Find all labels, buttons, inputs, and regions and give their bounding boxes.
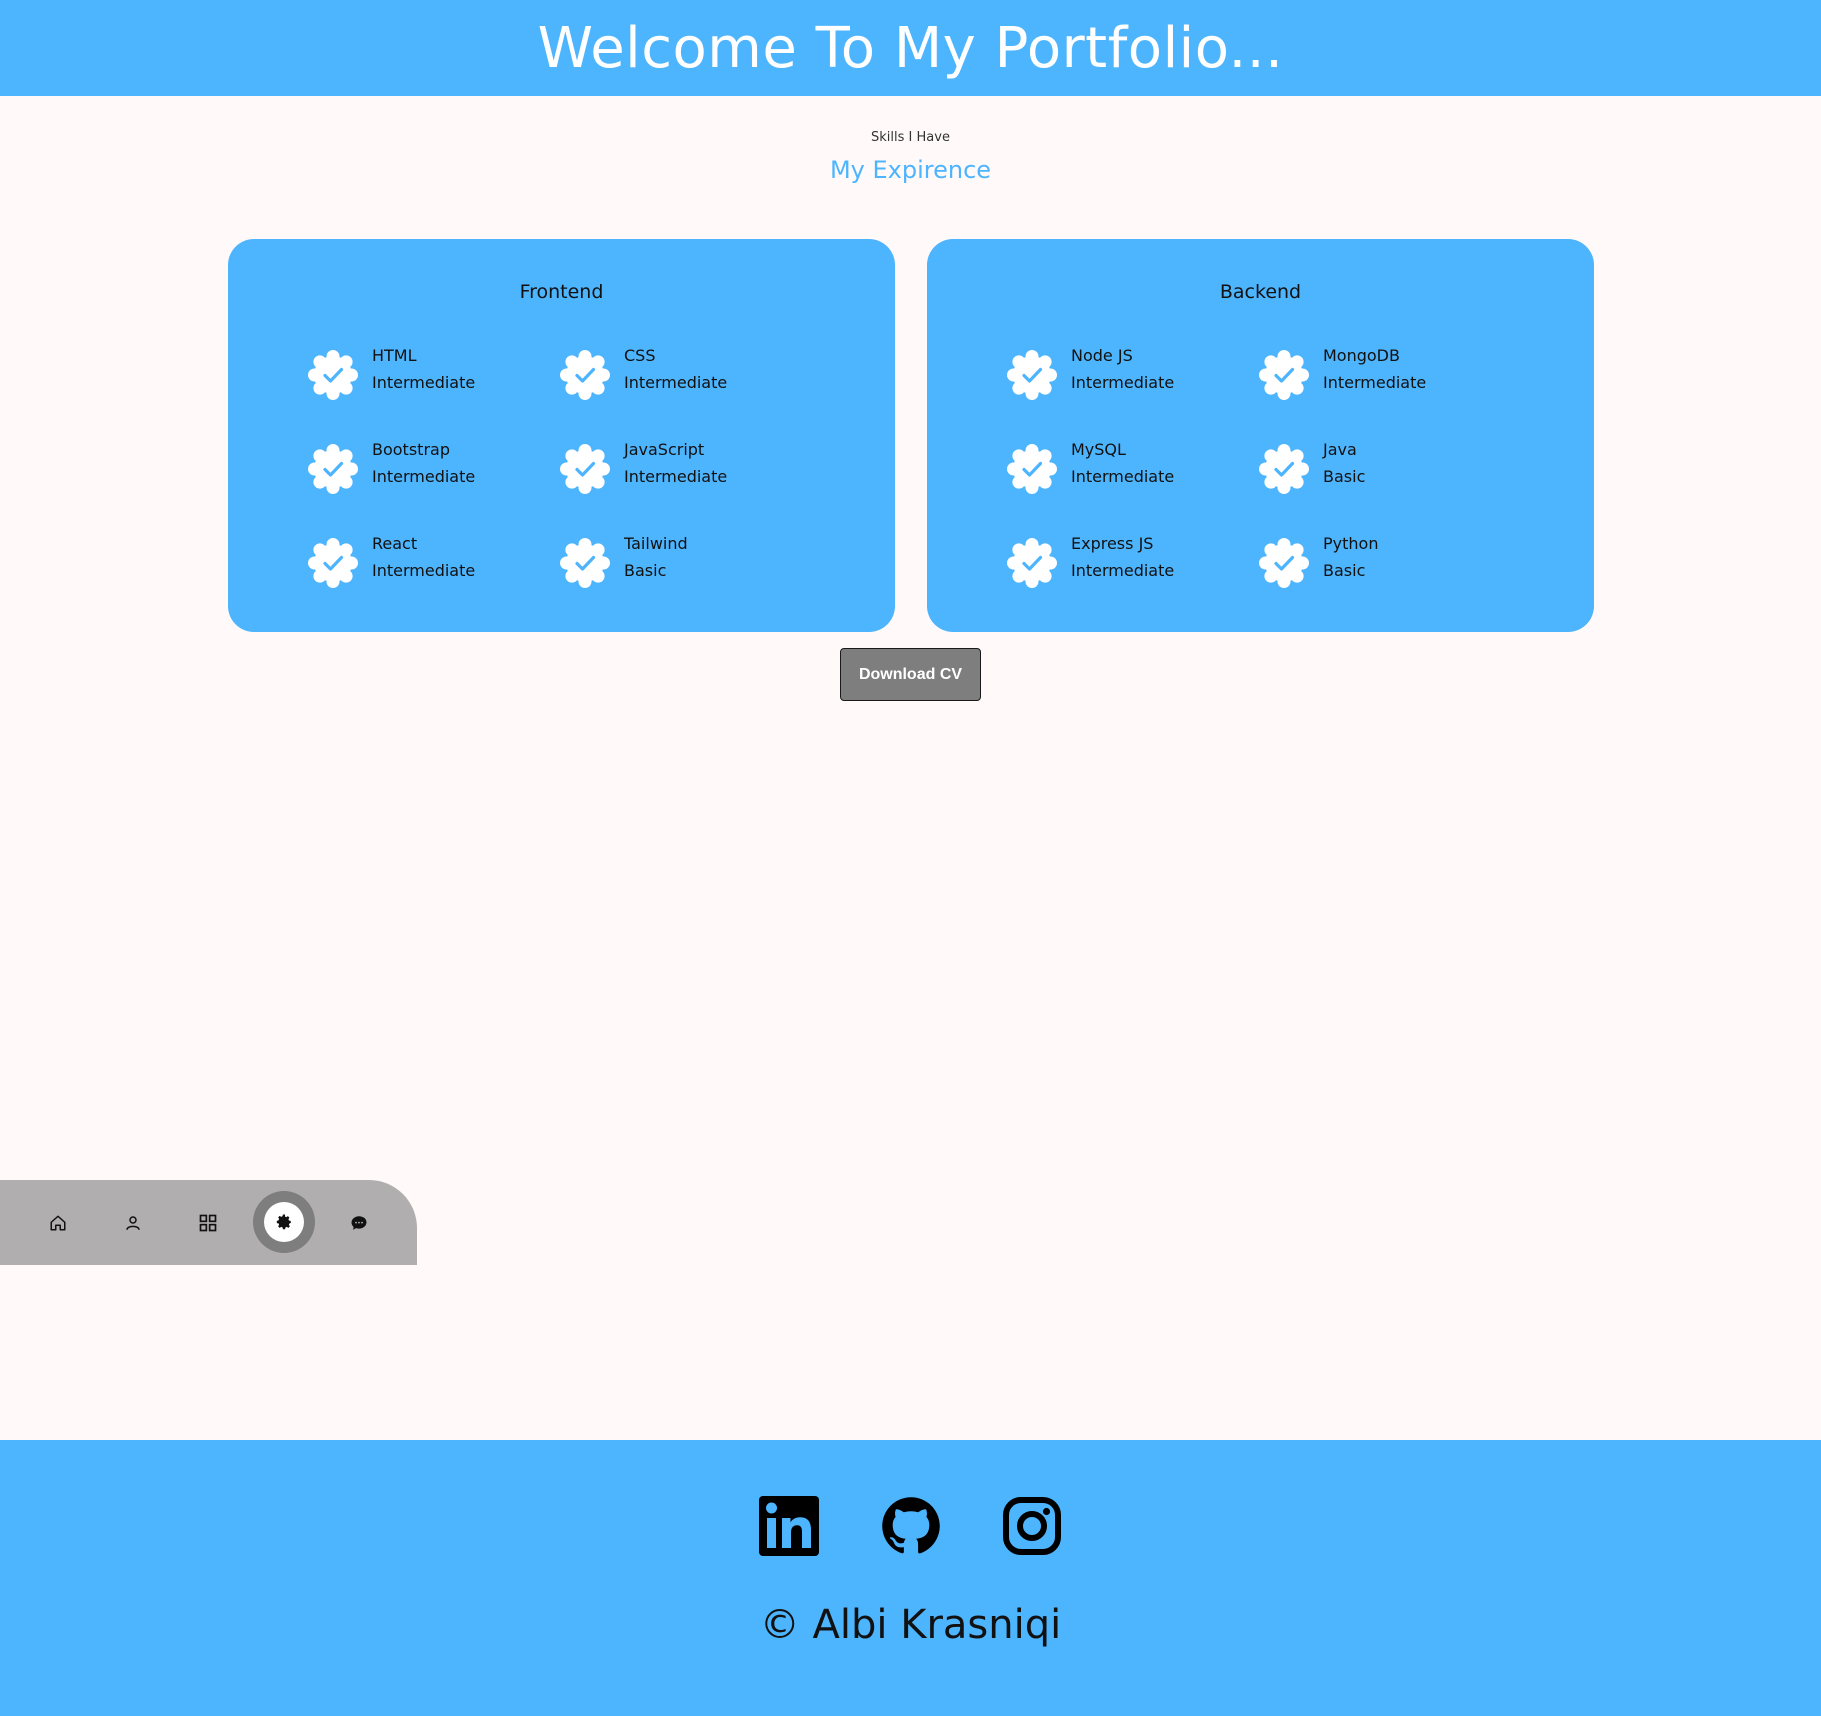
skill-name: CSS	[624, 346, 656, 365]
linkedin-link[interactable]	[759, 1496, 819, 1556]
skill-level: Intermediate	[1071, 561, 1175, 580]
skill-name: Node JS	[1071, 346, 1133, 365]
skill-name: MySQL	[1071, 440, 1126, 459]
check-badge-icon	[1259, 350, 1309, 400]
nav-contact[interactable]	[346, 1210, 372, 1236]
skill-name: Python	[1323, 534, 1379, 553]
check-badge-icon	[308, 350, 358, 400]
check-badge-icon	[560, 538, 610, 588]
nav-skills-active[interactable]	[253, 1191, 315, 1253]
skill-item: Bootstrap Intermediate	[308, 440, 528, 496]
skill-level: Basic	[1323, 561, 1366, 580]
card-title: Backend	[1219, 281, 1302, 303]
skill-level: Basic	[624, 561, 667, 580]
check-badge-icon	[1007, 538, 1057, 588]
check-badge-icon	[560, 444, 610, 494]
skill-name: Express JS	[1071, 534, 1154, 553]
skill-level: Intermediate	[372, 373, 476, 392]
skill-item: MySQL Intermediate	[1007, 440, 1227, 496]
skill-level: Intermediate	[1323, 373, 1427, 392]
home-icon	[50, 1215, 66, 1231]
check-badge-icon	[1007, 350, 1057, 400]
gear-icon	[276, 1214, 291, 1230]
skill-level: Intermediate	[624, 467, 728, 486]
site-header: Welcome To My Portfolio...	[0, 0, 1821, 96]
linkedin-icon	[759, 1496, 819, 1556]
nav-active-indicator	[264, 1202, 304, 1242]
instagram-icon	[1003, 1497, 1061, 1555]
skill-name: Bootstrap	[372, 440, 450, 459]
card-title: Frontend	[519, 281, 604, 303]
skill-name: React	[372, 534, 418, 553]
skill-level: Intermediate	[624, 373, 728, 392]
skill-name: Tailwind	[624, 534, 688, 553]
nav-home[interactable]	[45, 1210, 71, 1236]
frontend-card: Frontend HTML Intermediate CSS Intermedi…	[228, 239, 895, 632]
skill-level: Intermediate	[372, 561, 476, 580]
skill-level: Intermediate	[1071, 467, 1175, 486]
nav-portfolio[interactable]	[195, 1210, 221, 1236]
github-icon	[882, 1497, 940, 1554]
skill-item: MongoDB Intermediate	[1259, 346, 1479, 402]
skill-item: Java Basic	[1259, 440, 1479, 496]
check-badge-icon	[308, 444, 358, 494]
skill-item: Tailwind Basic	[560, 534, 780, 590]
skill-level: Intermediate	[1071, 373, 1175, 392]
chat-icon	[351, 1216, 367, 1230]
skill-item: CSS Intermediate	[560, 346, 780, 402]
check-badge-icon	[1259, 444, 1309, 494]
copyright-text: © Albi Krasniqi	[759, 1602, 1062, 1648]
skill-item: Python Basic	[1259, 534, 1479, 590]
user-icon	[126, 1216, 140, 1230]
check-badge-icon	[1007, 444, 1057, 494]
instagram-link[interactable]	[1002, 1496, 1062, 1556]
check-badge-icon	[1259, 538, 1309, 588]
skill-item: Express JS Intermediate	[1007, 534, 1227, 590]
skill-level: Intermediate	[372, 467, 476, 486]
nav-about[interactable]	[120, 1210, 146, 1236]
check-badge-icon	[308, 538, 358, 588]
download-cv-button[interactable]: Download CV	[840, 648, 981, 701]
site-footer: © Albi Krasniqi	[0, 1440, 1821, 1716]
skill-item: JavaScript Intermediate	[560, 440, 780, 496]
skill-level: Basic	[1323, 467, 1366, 486]
skill-item: Node JS Intermediate	[1007, 346, 1227, 402]
check-badge-icon	[560, 350, 610, 400]
bottom-nav	[0, 1180, 417, 1265]
grid-icon	[199, 1214, 217, 1232]
page: Welcome To My Portfolio... Skills I Have…	[0, 0, 1821, 1716]
skill-item: React Intermediate	[308, 534, 528, 590]
skill-name: Java	[1323, 440, 1357, 459]
section-title: My Expirence	[829, 156, 992, 184]
github-link[interactable]	[881, 1496, 941, 1556]
skill-name: HTML	[372, 346, 417, 365]
skill-name: MongoDB	[1323, 346, 1400, 365]
skill-item: HTML Intermediate	[308, 346, 528, 402]
skill-name: JavaScript	[624, 440, 705, 459]
backend-card: Backend Node JS Intermediate MongoDB Int…	[927, 239, 1594, 632]
section-subtitle: Skills I Have	[871, 130, 950, 145]
page-title: Welcome To My Portfolio...	[537, 15, 1284, 81]
